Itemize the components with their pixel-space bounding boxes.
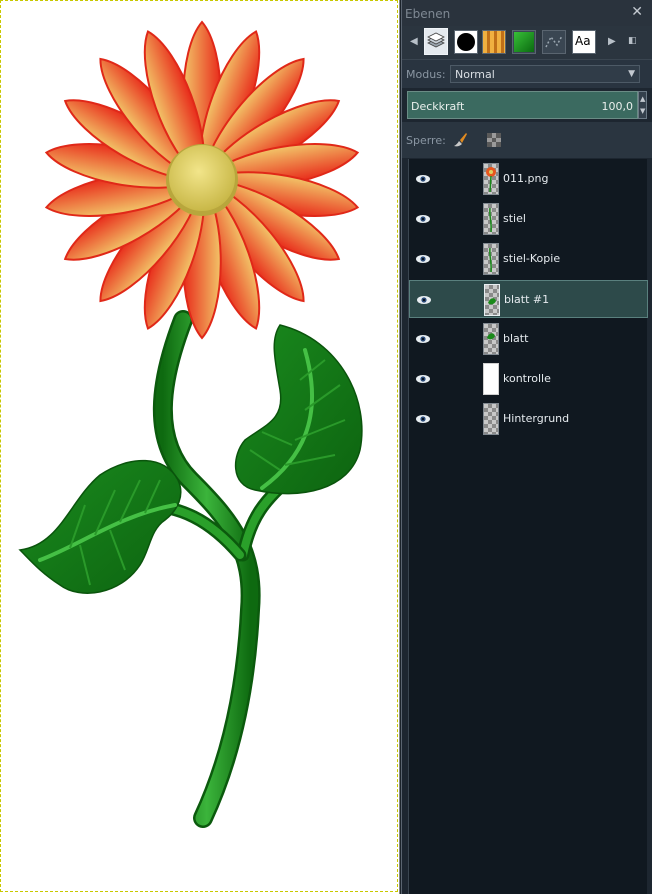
opacity-spinner[interactable]: ▲ ▼ xyxy=(638,91,647,119)
mode-select[interactable]: Normal ▼ xyxy=(450,65,640,83)
layer-thumbnail xyxy=(483,243,499,275)
gradient-tab-icon[interactable] xyxy=(512,30,536,54)
layer-name: blatt xyxy=(503,332,529,345)
layer-name: blatt #1 xyxy=(504,293,550,306)
lock-pixels-icon[interactable] xyxy=(450,130,470,150)
opacity-value: 100,0 xyxy=(601,100,634,113)
layer-thumbnail xyxy=(484,284,500,316)
scroll-right-icon[interactable]: ▶ xyxy=(608,36,616,47)
layer-thumbnail xyxy=(483,403,499,435)
eye-icon[interactable] xyxy=(415,252,431,266)
layer-thumbnail xyxy=(483,163,499,195)
chevron-down-icon: ▼ xyxy=(628,69,635,79)
close-icon[interactable]: ✕ xyxy=(631,4,643,20)
leaf-right xyxy=(234,324,363,495)
layer-row-stiel-kopie[interactable]: stiel-Kopie xyxy=(409,240,648,278)
layer-name: 011.png xyxy=(503,172,549,185)
image-canvas[interactable] xyxy=(0,0,400,894)
dock-tabbar: ◀ Aa ▶ ◧ xyxy=(402,26,652,60)
dock-title-bar: Ebenen ✕ xyxy=(402,0,652,26)
pattern-tab-icon[interactable] xyxy=(482,30,506,54)
mode-row: Modus: Normal ▼ xyxy=(402,60,652,88)
mode-label: Modus: xyxy=(406,68,446,81)
lock-alpha-icon[interactable] xyxy=(484,130,504,150)
layer-thumbnail xyxy=(483,203,499,235)
eye-icon[interactable] xyxy=(416,293,432,307)
layer-row-stiel[interactable]: stiel xyxy=(409,200,648,238)
layers-dock: Ebenen ✕ ◀ Aa ▶ ◧ Modus: Normal ▼ Deckkr… xyxy=(401,0,652,894)
leaf-left xyxy=(18,459,182,594)
spin-down-icon[interactable]: ▼ xyxy=(640,107,645,115)
layers-tab-icon[interactable] xyxy=(424,28,448,55)
layer-name: stiel-Kopie xyxy=(503,252,561,265)
lock-row: Sperre: xyxy=(402,122,652,158)
layer-thumbnail xyxy=(483,363,499,395)
layer-list: 011.png stiel stiel-Kopie blatt #1 blatt… xyxy=(408,159,648,894)
lock-label: Sperre: xyxy=(406,134,446,147)
eye-icon[interactable] xyxy=(415,412,431,426)
layer-name: stiel xyxy=(503,212,526,225)
paths-tab-icon[interactable] xyxy=(542,30,566,54)
eye-icon[interactable] xyxy=(415,372,431,386)
layer-name: kontrolle xyxy=(503,372,551,385)
eye-icon[interactable] xyxy=(415,172,431,186)
opacity-label: Deckkraft xyxy=(411,100,465,113)
layer-thumbnail xyxy=(483,323,499,355)
layer-row-blatt[interactable]: blatt xyxy=(409,320,648,358)
layer-row-kontrolle[interactable]: kontrolle xyxy=(409,360,648,398)
layer-name: Hintergrund xyxy=(503,412,570,425)
layer-row-blatt-1[interactable]: blatt #1 xyxy=(409,280,648,318)
eye-icon[interactable] xyxy=(415,332,431,346)
opacity-slider[interactable]: Deckkraft 100,0 xyxy=(407,91,638,119)
spin-up-icon[interactable]: ▲ xyxy=(640,95,645,103)
scroll-left-icon[interactable]: ◀ xyxy=(410,36,418,47)
dock-menu-icon[interactable]: ◧ xyxy=(628,36,637,46)
stem xyxy=(133,310,307,828)
brush-tab-icon[interactable] xyxy=(454,30,478,54)
eye-icon[interactable] xyxy=(415,212,431,226)
layer-row-011-png[interactable]: 011.png xyxy=(409,160,648,198)
mode-value: Normal xyxy=(455,68,495,81)
flower-artwork xyxy=(18,20,363,828)
font-tab-icon[interactable]: Aa xyxy=(572,30,596,54)
layer-row-hintergrund[interactable]: Hintergrund xyxy=(409,400,648,438)
font-tab-label: Aa xyxy=(575,34,591,48)
dock-title: Ebenen xyxy=(405,7,451,21)
flower-center xyxy=(166,144,238,216)
